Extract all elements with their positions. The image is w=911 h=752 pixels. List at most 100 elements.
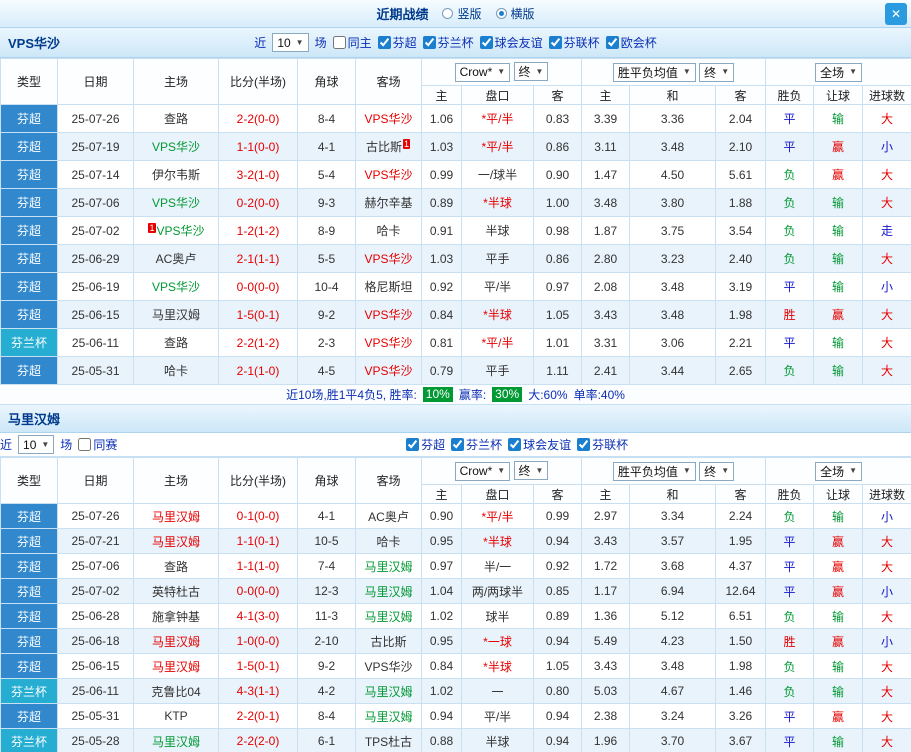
league-checkbox-input[interactable] <box>377 36 391 49</box>
corner-cell: 12-3 <box>297 578 356 604</box>
final-odds-select[interactable]: 终 ▼ <box>513 461 549 481</box>
league-type-cell: 芬超 <box>0 104 58 133</box>
handicap-cell: *半球 <box>461 300 534 329</box>
league-type-cell: 芬超 <box>0 272 58 301</box>
corner-cell: 9-2 <box>297 300 356 329</box>
league-checkbox[interactable]: 芬兰杯 <box>451 436 502 453</box>
handicap-cell: *平/半 <box>461 132 534 161</box>
final-odds-select[interactable]: 终 ▼ <box>699 62 735 82</box>
odds-away-cell: 1.05 <box>533 300 582 329</box>
match-row: 芬兰杯 25-06-11 克鲁比04 4-3(1-1) 4-2 马里汉姆 1.02 一 0.80… <box>0 678 911 704</box>
result-wdl-cell: 胜 <box>765 300 815 329</box>
result-goals-cell: 大 <box>862 653 911 679</box>
fulltime-select-value: 全场 <box>820 65 845 80</box>
red-card-badge: 1 <box>403 139 411 149</box>
avg-away-cell: 3.19 <box>714 272 767 301</box>
avg-draw-cell: 3.70 <box>629 728 716 752</box>
league-checkbox[interactable]: 芬兰杯 <box>422 34 474 51</box>
avg-draw-cell: 3.57 <box>629 528 716 554</box>
league-checkbox-input[interactable] <box>479 36 493 49</box>
league-checkbox[interactable]: 芬超 <box>406 436 445 453</box>
league-checkbox-input[interactable] <box>422 36 436 49</box>
away-team-cell: TPS杜古 <box>355 728 422 752</box>
match-count-select[interactable]: 10 ▼ <box>18 435 55 454</box>
layout-vertical-radio[interactable]: 竖版 <box>442 5 482 22</box>
avg-away-cell: 1.88 <box>714 188 767 217</box>
match-row: 芬超 25-06-18 马里汉姆 1-0(0-0) 2-10 古比斯 0.95 *一球 0.94… <box>0 628 911 654</box>
checkbox-input[interactable] <box>78 438 92 451</box>
home-team-cell: VPS华沙 <box>133 132 219 161</box>
avg-odds-select[interactable]: 胜平负均值 ▼ <box>612 461 696 481</box>
avg-home-cell: 2.97 <box>581 503 630 529</box>
avg-odds-select[interactable]: 胜平负均值 ▼ <box>612 62 696 82</box>
final-odds-select[interactable]: 终 ▼ <box>513 62 549 82</box>
checkbox-input[interactable] <box>332 36 346 49</box>
score-cell: 2-2(1-2) <box>218 328 298 357</box>
league-checkbox-input[interactable] <box>577 438 591 451</box>
league-checkbox[interactable]: 芬联杯 <box>548 34 600 51</box>
fulltime-select[interactable]: 全场 ▼ <box>815 62 862 82</box>
avg-away-cell: 2.10 <box>714 132 767 161</box>
avg-draw-cell: 3.23 <box>629 244 716 273</box>
corner-cell: 2-3 <box>297 328 356 357</box>
odds-away-cell: 0.94 <box>533 528 582 554</box>
league-checkbox-input[interactable] <box>605 36 619 49</box>
league-checkbox-label: 芬超 <box>392 36 417 50</box>
match-count-select[interactable]: 10 ▼ <box>272 33 309 52</box>
league-checkbox[interactable]: 球会友谊 <box>508 436 571 453</box>
sub-avg-home: 主 <box>581 85 630 105</box>
league-checkbox-input[interactable] <box>451 438 465 451</box>
avg-home-cell: 3.31 <box>581 328 630 357</box>
match-row: 芬超 25-07-21 马里汉姆 1-1(0-1) 10-5 哈卡 0.95 *半球 0.94 3… <box>0 528 911 554</box>
result-handicap-cell: 输 <box>813 653 864 679</box>
filters-vps: 近 10 ▼ 场 同主 芬超 芬兰杯 球会友谊 芬联杯 欧会杯 <box>254 33 657 52</box>
date-cell: 25-05-31 <box>57 703 134 729</box>
layout-horizontal-radio[interactable]: 横版 <box>495 5 535 22</box>
date-cell: 25-05-28 <box>57 728 134 752</box>
result-goals-cell: 小 <box>862 628 911 654</box>
odds-away-cell: 0.90 <box>533 160 582 189</box>
avg-away-cell: 1.50 <box>714 628 767 654</box>
layout-vertical-label: 竖版 <box>457 7 482 21</box>
away-team-cell: VPS华沙 <box>355 244 422 273</box>
league-checkbox-input[interactable] <box>548 36 562 49</box>
odds-home-cell: 1.03 <box>421 244 462 273</box>
corner-cell: 4-1 <box>297 132 356 161</box>
same-venue-checkbox[interactable]: 同主 <box>332 34 372 51</box>
avg-home-cell: 3.43 <box>581 528 630 554</box>
corner-cell: 2-10 <box>297 628 356 654</box>
odds-away-cell: 0.85 <box>533 578 582 604</box>
league-checkbox-input[interactable] <box>508 438 522 451</box>
result-goals-cell: 大 <box>862 244 911 273</box>
league-checkbox-input[interactable] <box>406 438 420 451</box>
handicap-cell: 一 <box>461 678 534 704</box>
sub-avg-away: 客 <box>714 85 767 105</box>
away-team-cell: 哈卡 <box>355 216 422 245</box>
col-score-header: 比分(半场) <box>218 457 298 504</box>
league-checkbox-label: 芬超 <box>421 438 446 452</box>
final-odds-select[interactable]: 终 ▼ <box>699 461 735 481</box>
results-table-vps: 类型 日期 主场 比分(半场) 角球 客场 Crow* ▼ 终 ▼ 胜平负均值 ▼ 终… <box>0 58 911 385</box>
league-checkbox[interactable]: 球会友谊 <box>479 34 543 51</box>
match-count-value: 10 <box>277 35 291 50</box>
score-cell: 1-1(1-0) <box>218 553 298 579</box>
same-competition-checkbox[interactable]: 同赛 <box>78 436 117 453</box>
chevron-down-icon: ▼ <box>497 466 506 476</box>
avg-away-cell: 3.26 <box>714 703 767 729</box>
league-checkbox[interactable]: 欧会杯 <box>605 34 657 51</box>
summary-record-text: 近10场,胜1平4负5, 胜率: <box>286 388 417 402</box>
handicap-cell: 一/球半 <box>461 160 534 189</box>
bookmaker-select[interactable]: Crow* ▼ <box>454 62 511 82</box>
fulltime-select[interactable]: 全场 ▼ <box>815 461 862 481</box>
col-date-header: 日期 <box>57 457 134 504</box>
league-checkbox[interactable]: 芬联杯 <box>577 436 628 453</box>
avg-draw-cell: 3.24 <box>629 703 716 729</box>
date-cell: 25-07-14 <box>57 160 134 189</box>
score-cell: 1-1(0-1) <box>218 528 298 554</box>
bookmaker-select[interactable]: Crow* ▼ <box>454 461 511 481</box>
score-cell: 2-1(1-1) <box>218 244 298 273</box>
sub-handicap: 盘口 <box>461 85 534 105</box>
odds-away-cell: 0.99 <box>533 503 582 529</box>
close-button[interactable]: ✕ <box>885 3 907 25</box>
league-checkbox[interactable]: 芬超 <box>377 34 417 51</box>
